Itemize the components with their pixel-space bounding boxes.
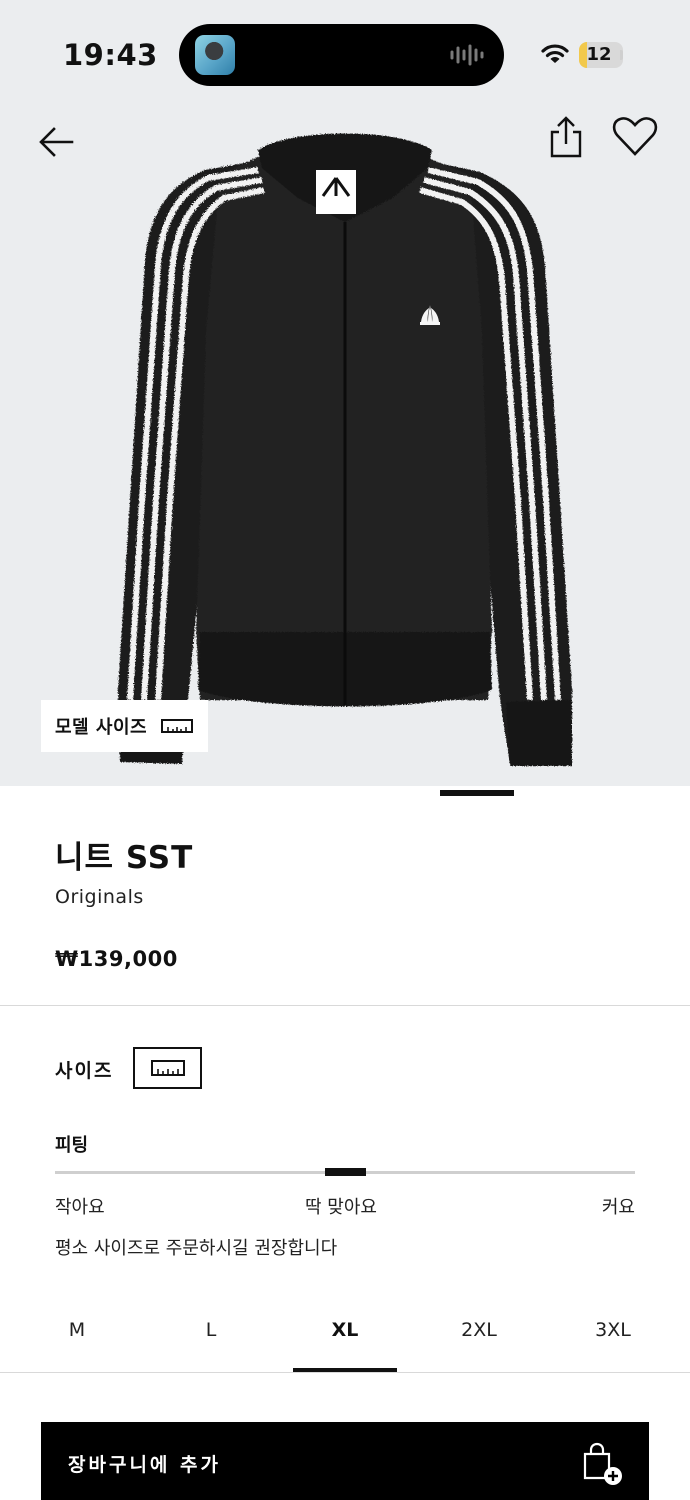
- dynamic-island[interactable]: [179, 24, 504, 86]
- arrow-left-icon[interactable]: [36, 122, 76, 162]
- carousel-indicator: [440, 790, 514, 796]
- size-guide-button[interactable]: [133, 1047, 202, 1089]
- fit-heading: 피팅: [55, 1135, 89, 1156]
- size-option-2xl[interactable]: 2XL: [412, 1300, 546, 1372]
- audio-waveform-icon: [450, 44, 484, 66]
- size-selector: M L XL 2XL 3XL: [10, 1300, 680, 1372]
- product-price: ₩139,000: [55, 947, 178, 971]
- wifi-icon: [541, 44, 569, 63]
- heart-icon[interactable]: [612, 116, 658, 156]
- status-time: 19:43: [63, 38, 158, 72]
- fit-recommendation: 평소 사이즈로 주문하시길 권장합니다: [55, 1238, 338, 1259]
- divider: [0, 1005, 690, 1006]
- size-option-m[interactable]: M: [10, 1300, 144, 1372]
- fit-scale-marker: [324, 1168, 366, 1176]
- product-image-gallery[interactable]: 모델 사이즈: [0, 108, 690, 786]
- model-size-label: 모델 사이즈: [55, 717, 148, 738]
- size-heading: 사이즈: [55, 1060, 114, 1082]
- divider: [0, 1372, 690, 1373]
- model-size-button[interactable]: 모델 사이즈: [41, 700, 208, 752]
- share-icon[interactable]: [546, 114, 586, 158]
- product-brand: Originals: [55, 886, 144, 908]
- add-to-bag-label: 장바구니에 추가: [68, 1454, 221, 1476]
- ruler-icon: [150, 1060, 185, 1076]
- bag-plus-icon: [583, 1442, 622, 1485]
- battery-indicator: 12: [579, 42, 623, 68]
- fit-label-small: 작아요: [55, 1197, 105, 1218]
- fit-label-true-to-size: 딱 맞아요: [305, 1197, 377, 1218]
- product-title: 니트 SST: [55, 840, 194, 876]
- size-option-l[interactable]: L: [144, 1300, 278, 1372]
- size-option-xl[interactable]: XL: [278, 1300, 412, 1372]
- battery-percentage: 12: [586, 44, 612, 65]
- ruler-icon: [161, 719, 194, 733]
- size-option-3xl[interactable]: 3XL: [546, 1300, 680, 1372]
- add-to-bag-button[interactable]: 장바구니에 추가: [41, 1422, 649, 1500]
- status-bar: 19:43 12: [0, 0, 690, 108]
- fit-label-large: 커요: [601, 1197, 635, 1218]
- product-image: [118, 133, 572, 766]
- now-playing-artwork[interactable]: [195, 35, 235, 75]
- battery-cap: [620, 50, 623, 60]
